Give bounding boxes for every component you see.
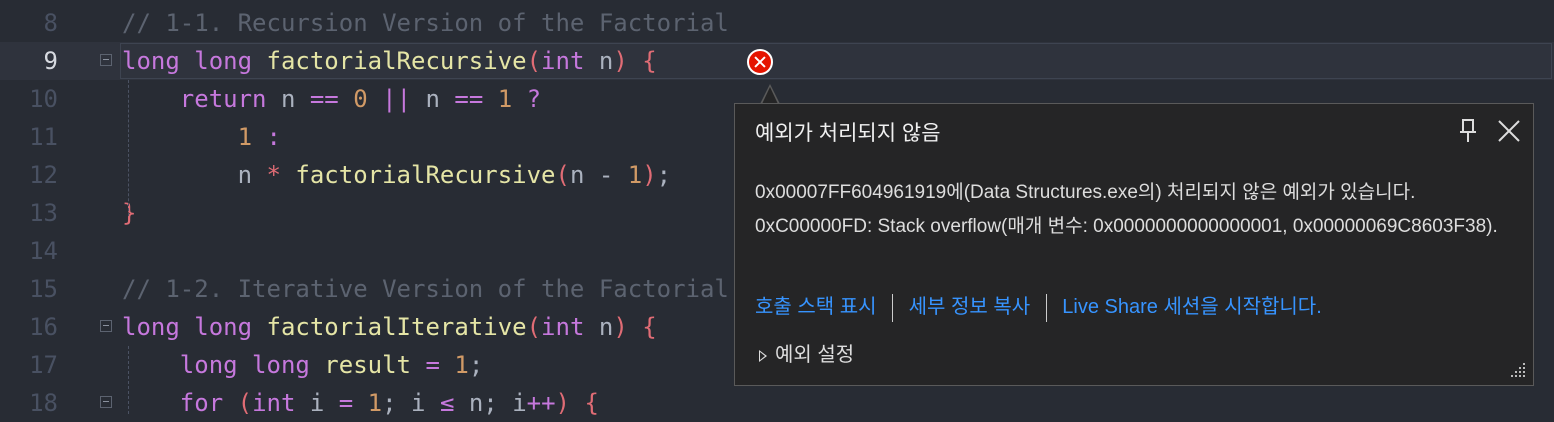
code-text: return n == 0 || n == 1 ? (122, 80, 541, 118)
line-number: 12 (29, 161, 58, 189)
code-text: long long factorialRecursive(int n) { (122, 42, 657, 80)
code-token: // 1-1. Recursion Version of the Factori… (122, 9, 729, 37)
code-token: 1 (353, 389, 383, 417)
line-number: 15 (29, 275, 58, 303)
indent-guide (128, 346, 129, 414)
code-token: ( (555, 161, 570, 189)
code-token: n - (569, 161, 628, 189)
code-token: ++ (526, 389, 556, 417)
code-token: 1 (627, 161, 643, 189)
code-token: long long (122, 47, 267, 75)
code-token: n (122, 161, 267, 189)
link-divider (1045, 293, 1047, 322)
copy-details-link[interactable]: 세부 정보 복사 (909, 296, 1031, 318)
code-token: int (252, 389, 296, 417)
fold-toggle-icon[interactable] (100, 320, 112, 332)
popup-title: 예외가 처리되지 않음 (755, 122, 941, 145)
expand-triangle-icon (759, 349, 767, 362)
code-token: == (454, 85, 484, 113)
exception-popup: 예외가 처리되지 않음 0x00007FF604961919에(Data Str… (734, 103, 1534, 386)
code-token: } (122, 199, 137, 227)
code-token: ; (468, 351, 484, 379)
code-token: { (627, 47, 657, 75)
fold-toggle-icon[interactable] (100, 54, 112, 66)
code-token: || (382, 85, 412, 113)
code-text: // 1-2. Iterative Version of the Factori… (122, 270, 729, 308)
code-token: ? (526, 85, 542, 113)
live-share-link[interactable]: Live Share 세션을 시작합니다. (1062, 296, 1322, 318)
code-token: { (627, 313, 657, 341)
code-token: // 1-2. Iterative Version of the Factori… (122, 275, 729, 303)
code-token: long long (122, 313, 267, 341)
code-token: 0 (338, 85, 383, 113)
line-number: 13 (29, 199, 58, 227)
indent-guide (128, 80, 129, 216)
code-token: ; i (382, 389, 440, 417)
close-icon[interactable] (1496, 118, 1522, 144)
code-text: n * factorialRecursive(n - 1); (122, 156, 672, 194)
line-number: 10 (29, 85, 58, 113)
code-token: ) (613, 47, 628, 75)
code-token: int (541, 47, 585, 75)
code-token: = (411, 351, 455, 379)
fold-toggle-icon[interactable] (100, 396, 112, 408)
resize-grip-icon[interactable] (1507, 359, 1527, 379)
code-text: // 1-1. Recursion Version of the Factori… (122, 4, 729, 42)
code-token: : (266, 123, 281, 151)
code-token: for (122, 389, 224, 417)
exception-settings-toggle[interactable]: 예외 설정 (759, 338, 854, 367)
code-token: result (324, 351, 411, 379)
code-text: long long result = 1; (122, 346, 483, 384)
show-call-stack-link[interactable]: 호출 스택 표시 (755, 296, 877, 318)
code-token: ≤ (439, 389, 455, 417)
code-token: = (338, 389, 354, 417)
code-text: long long factorialIterative(int n) { (122, 308, 657, 346)
code-token: ) (613, 313, 628, 341)
code-token: int (541, 313, 585, 341)
code-token: factorialRecursive (280, 161, 556, 189)
line-number: 11 (29, 123, 58, 151)
exception-message: 0x00007FF604961919에(Data Structures.exe의… (755, 182, 1498, 237)
code-token: ( (223, 389, 253, 417)
pin-icon[interactable] (1458, 118, 1478, 144)
code-text: for (int i = 1; i ≤ n; i++) { (122, 384, 599, 422)
code-line[interactable]: 18 for (int i = 1; i ≤ n; i++) { (0, 384, 1554, 422)
code-token: factorialIterative (266, 313, 527, 341)
code-token: n (584, 47, 614, 75)
code-token: n (266, 85, 310, 113)
popup-links: 호출 스택 표시 세부 정보 복사 Live Share 세션을 시작합니다. (755, 292, 1322, 322)
code-token: factorialRecursive (266, 47, 527, 75)
error-icon[interactable] (747, 49, 773, 75)
line-number: 18 (29, 389, 58, 417)
code-token: n (584, 313, 614, 341)
code-token: * (266, 161, 281, 189)
code-token: ) (642, 161, 657, 189)
code-token: ; (656, 161, 672, 189)
code-token: ( (526, 47, 542, 75)
code-line[interactable]: 9 long long factorialRecursive(int n) { (0, 42, 1554, 80)
link-divider (892, 293, 894, 322)
code-token: n; i (454, 389, 527, 417)
line-number: 14 (29, 237, 58, 265)
line-number: 17 (29, 351, 58, 379)
code-text: 1 : (122, 118, 281, 156)
code-token: ( (526, 313, 542, 341)
code-token: 1 (122, 123, 267, 151)
code-token: == (309, 85, 339, 113)
line-number: 9 (43, 47, 58, 75)
code-text: } (122, 194, 136, 232)
code-token: i (295, 389, 339, 417)
code-token: 1 (483, 85, 527, 113)
code-token: ) { (555, 389, 599, 417)
code-line[interactable]: 8 // 1-1. Recursion Version of the Factor… (0, 4, 1554, 42)
popup-pointer-fill (762, 87, 778, 104)
code-token: return (122, 85, 267, 113)
line-number: 16 (29, 313, 58, 341)
code-token: 1 (454, 351, 469, 379)
line-number: 8 (43, 9, 58, 37)
code-token: long long (122, 351, 325, 379)
exception-settings-label: 예외 설정 (775, 344, 855, 366)
code-token: n (411, 85, 455, 113)
